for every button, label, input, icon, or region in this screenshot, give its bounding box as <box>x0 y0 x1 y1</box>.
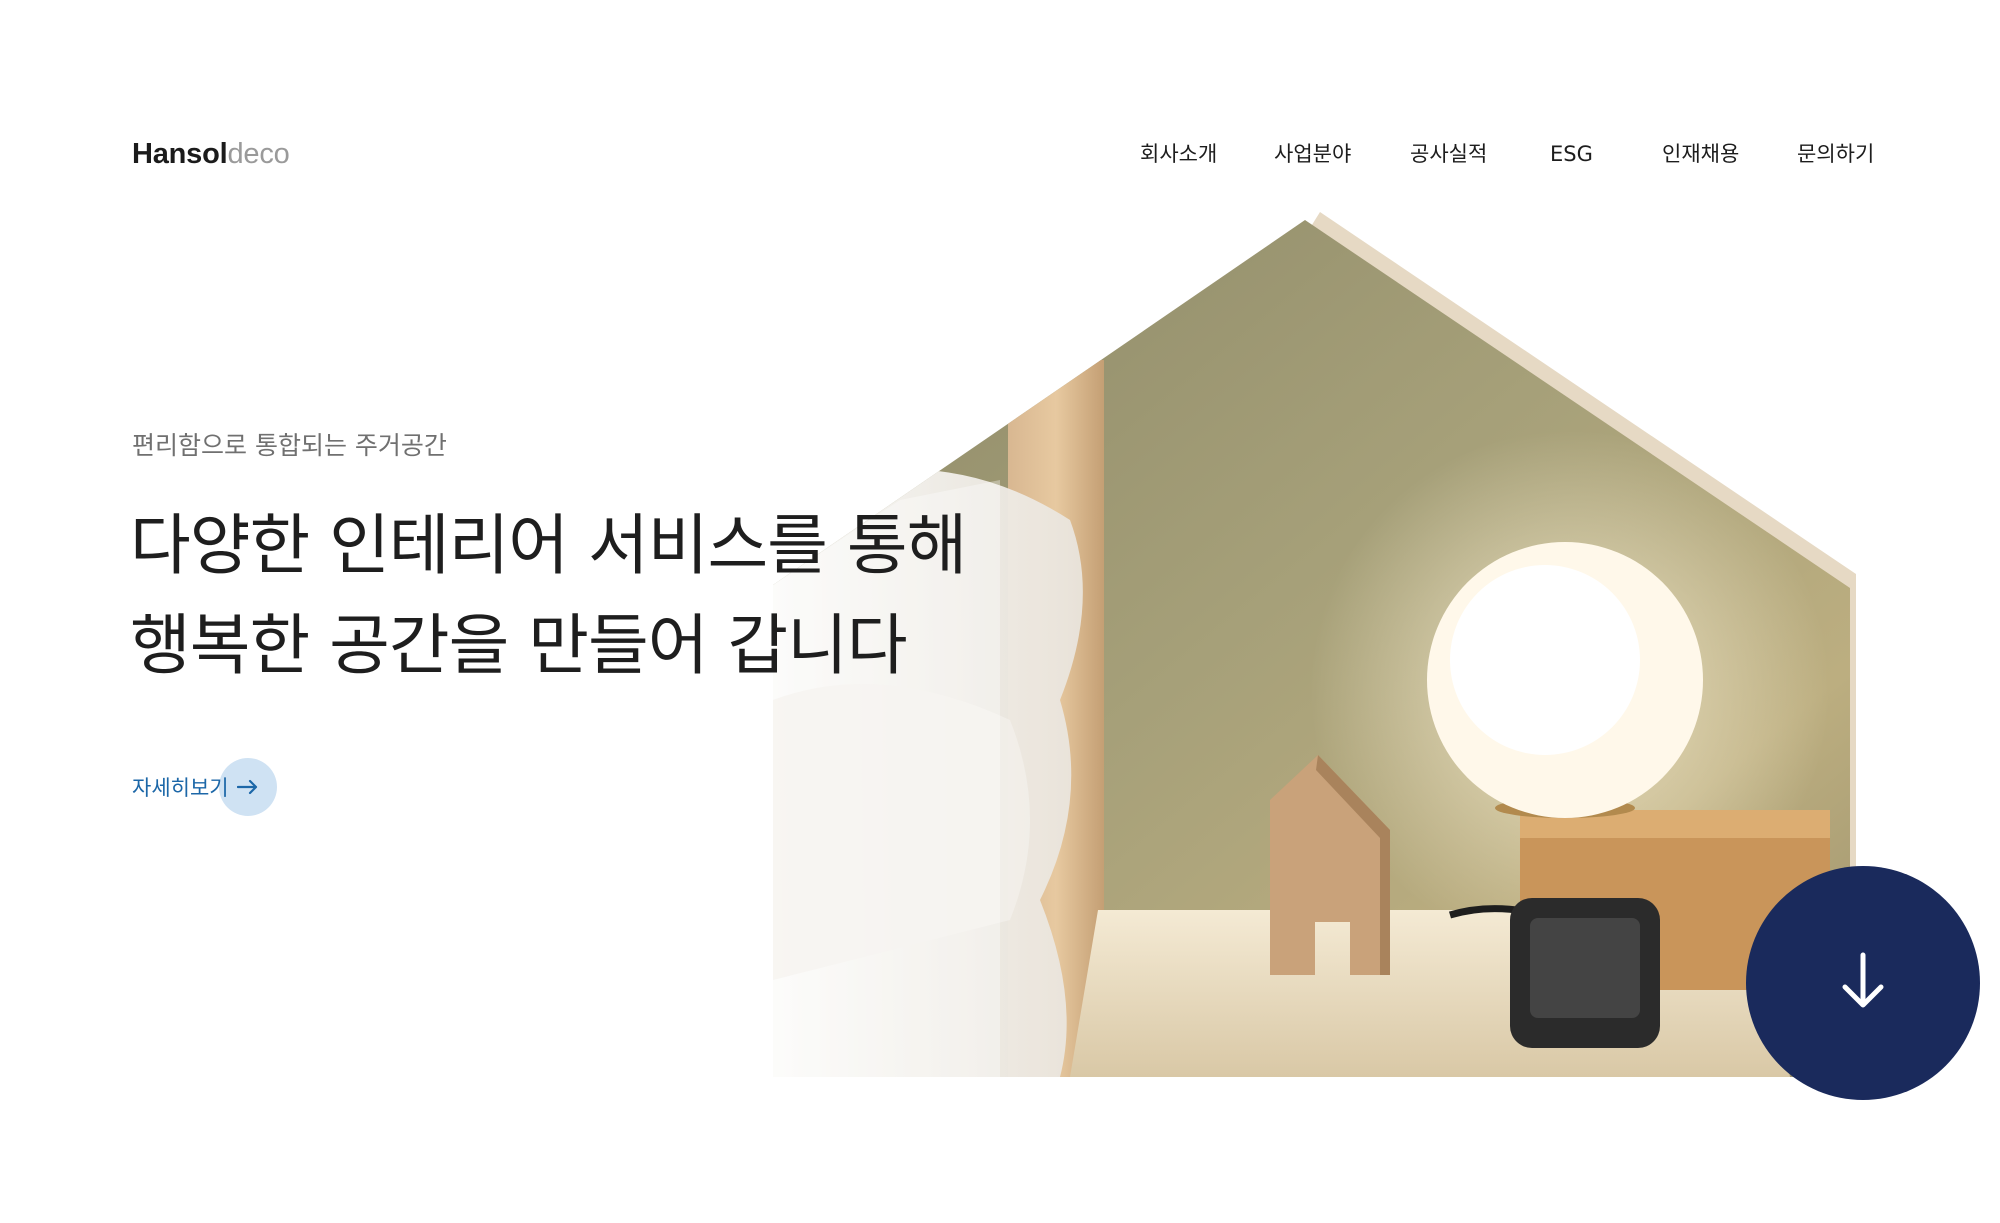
hero-headline-line2: 행복한 공간을 만들어 갑니다 <box>130 607 908 684</box>
hero-headline-line1: 다양한 인테리어 서비스를 통해 <box>130 507 967 584</box>
scroll-down-button[interactable] <box>1746 866 1980 1100</box>
hero-headline: 다양한 인테리어 서비스를 통해 행복한 공간을 만들어 갑니다 <box>130 496 967 696</box>
learn-more-label: 자세히보기 <box>132 776 229 800</box>
arrow-down-icon <box>1841 951 1885 1015</box>
page: Hansoldeco 회사소개 사업분야 공사실적 ESG 인재채용 문의하기 <box>0 0 2000 1223</box>
learn-more-button[interactable]: 자세히보기 <box>132 758 277 816</box>
